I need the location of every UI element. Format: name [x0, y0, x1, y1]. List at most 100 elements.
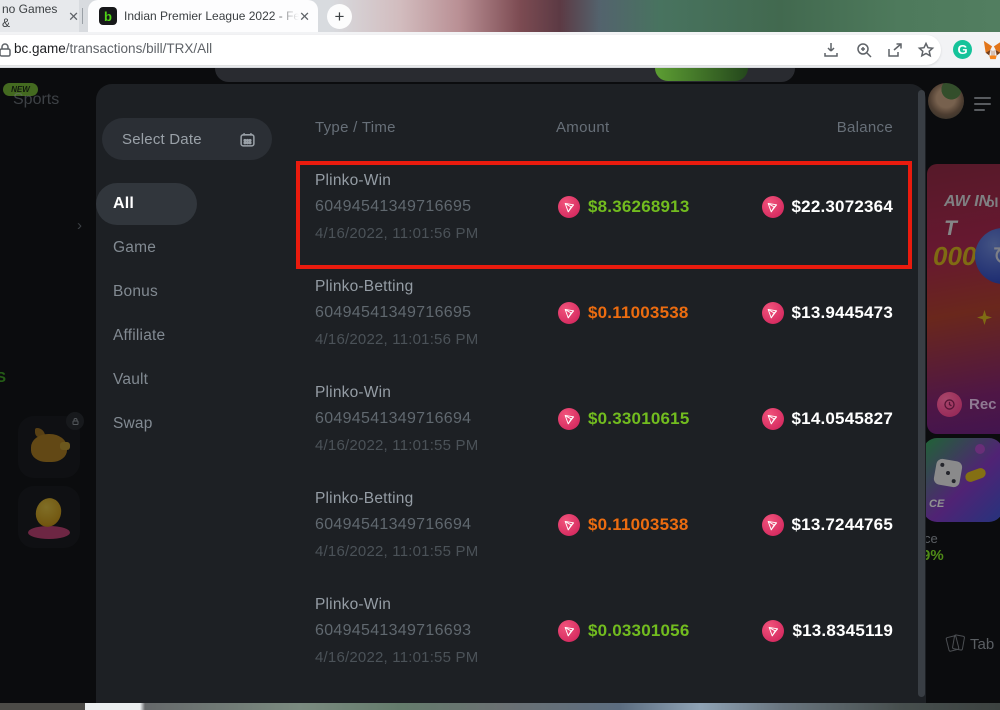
bcgame-favicon-icon: b — [99, 7, 117, 25]
tron-coin-icon — [761, 514, 784, 536]
tab-inactive[interactable]: no Games & ✕ — [0, 0, 79, 32]
balance-cell: $14.0545827 — [761, 408, 893, 430]
user-avatar[interactable] — [928, 83, 964, 119]
tron-coin-icon — [762, 620, 785, 642]
select-date-label: Select Date — [122, 130, 202, 148]
row-time: 4/16/2022, 11:01:55 PM — [315, 649, 479, 666]
share-icon[interactable] — [886, 41, 904, 59]
cards-icon — [945, 634, 966, 653]
piggy-bank-tile[interactable] — [18, 412, 84, 478]
row-time: 4/16/2022, 11:01:55 PM — [315, 437, 479, 454]
sidebar-item-sports[interactable]: Sports — [13, 91, 59, 109]
table-row[interactable]: Plinko-Betting 60494541349716694 4/16/20… — [300, 483, 908, 583]
page-content: NEW Sports › S AW IN oI T 000 ↻ — [0, 68, 1000, 703]
row-time: 4/16/2022, 11:01:56 PM — [315, 331, 479, 348]
promo-banner[interactable]: AW IN oI T 000 ↻ — [927, 164, 1000, 434]
row-amount: $0.11003538 — [588, 303, 689, 322]
recent-label-fragment: Rec — [969, 396, 997, 413]
amount-cell: $0.03301056 — [558, 620, 689, 642]
tab-active[interactable]: b Indian Premier League 2022 - Fes ✕ — [88, 0, 318, 32]
filter-all[interactable]: All — [96, 183, 197, 225]
table-row[interactable]: Plinko-Betting 60494541349716695 4/16/20… — [300, 271, 908, 371]
tron-coin-icon — [761, 408, 784, 430]
tron-coin-icon — [558, 196, 580, 218]
row-id: 60494541349716694 — [315, 516, 472, 533]
row-id: 60494541349716695 — [315, 304, 472, 321]
new-tab-button[interactable]: + — [327, 4, 352, 29]
spiral-ball-icon: ↻ — [975, 228, 1000, 284]
download-icon[interactable] — [822, 41, 840, 59]
tab-close-icon[interactable]: ✕ — [68, 10, 79, 23]
modal-scrollbar[interactable] — [918, 90, 925, 697]
table-row[interactable]: Plinko-Win 60494541349716693 4/16/2022, … — [300, 589, 908, 689]
row-type: Plinko-Win — [315, 172, 392, 189]
purple-ball-icon — [975, 444, 985, 454]
tab-close-icon[interactable]: ✕ — [299, 10, 310, 23]
row-time: 4/16/2022, 11:01:55 PM — [315, 543, 479, 560]
lock-icon — [0, 43, 11, 57]
metamask-extension-icon[interactable] — [982, 39, 1000, 61]
bookmark-star-icon[interactable] — [917, 41, 935, 59]
row-balance: $13.9445473 — [791, 303, 893, 322]
bonus-text-fragment: S — [0, 369, 7, 386]
tab-strip: no Games & ✕ b Indian Premier League 202… — [0, 0, 1000, 32]
coin-pedestal — [28, 526, 70, 539]
menu-icon[interactable] — [974, 97, 991, 115]
site-search-bar[interactable] — [215, 68, 795, 82]
transaction-filter-menu: All Game Bonus Affiliate Vault Swap — [96, 183, 296, 447]
tron-coin-icon — [558, 514, 580, 536]
filter-bonus[interactable]: Bonus — [96, 271, 296, 313]
recent-clock-icon — [937, 392, 962, 417]
table-row[interactable]: Plinko-Win 60494541349716695 4/16/2022, … — [300, 165, 908, 265]
sparkle-icon — [977, 310, 992, 325]
row-type: Plinko-Betting — [315, 278, 414, 295]
filter-affiliate[interactable]: Affiliate — [96, 315, 296, 357]
browser-toolbar: bc.game/transactions/bill/TRX/All G — [0, 32, 1000, 68]
coin-drop-tile[interactable] — [18, 486, 80, 548]
url-text[interactable]: bc.game/transactions/bill/TRX/All — [14, 41, 212, 56]
row-id: 60494541349716694 — [315, 410, 472, 427]
row-balance: $14.0545827 — [791, 409, 893, 428]
balance-cell: $22.3072364 — [761, 196, 893, 218]
promo-text-fragment: AW IN — [944, 193, 991, 210]
row-amount: $0.03301056 — [588, 621, 690, 640]
dice-game-tile[interactable]: CE — [923, 438, 1000, 522]
grammarly-extension-icon[interactable]: G — [953, 40, 972, 59]
row-amount: $8.36268913 — [588, 197, 690, 216]
tron-coin-icon — [558, 408, 580, 430]
row-amount: $0.33010615 — [588, 409, 690, 428]
tron-coin-icon — [761, 302, 784, 324]
tab-separator — [82, 8, 83, 24]
gold-coin-icon — [32, 494, 65, 531]
piggy-snout — [60, 442, 70, 450]
table-row[interactable]: Plinko-Win 60494541349716694 4/16/2022, … — [300, 377, 908, 477]
column-header-amount: Amount — [556, 119, 610, 136]
row-balance: $13.8345119 — [792, 621, 893, 640]
amount-cell: $0.11003538 — [558, 514, 689, 536]
balance-cell: $13.9445473 — [761, 302, 893, 324]
amount-cell: $8.36268913 — [558, 196, 689, 218]
dice-name-fragment: ce — [924, 531, 938, 546]
filter-vault[interactable]: Vault — [96, 359, 296, 401]
sidebar-collapse-chevron-icon[interactable]: › — [77, 217, 82, 234]
zoom-icon[interactable] — [855, 41, 873, 59]
row-balance: $13.7244765 — [791, 515, 893, 534]
lock-badge-icon — [66, 412, 84, 430]
windows-taskbar-edge — [0, 703, 1000, 710]
filter-swap[interactable]: Swap — [96, 403, 296, 445]
tron-coin-icon — [761, 196, 784, 218]
row-time: 4/16/2022, 11:01:56 PM — [315, 225, 479, 242]
balance-cell: $13.7244765 — [761, 514, 893, 536]
row-type: Plinko-Win — [315, 384, 392, 401]
row-id: 60494541349716695 — [315, 198, 472, 215]
dice-caption-fragment: CE — [929, 498, 945, 510]
search-button[interactable] — [655, 68, 748, 81]
balance-cell: $13.8345119 — [762, 620, 893, 642]
amount-cell: $0.33010615 — [558, 408, 689, 430]
column-header-balance: Balance — [836, 119, 893, 136]
transactions-modal: Select Date All Game Bonus Affiliate Vault Sw… — [96, 84, 926, 703]
select-date-button[interactable]: Select Date — [102, 118, 272, 160]
row-balance: $22.3072364 — [791, 197, 893, 216]
filter-game[interactable]: Game — [96, 227, 296, 269]
tron-coin-icon — [558, 302, 580, 324]
